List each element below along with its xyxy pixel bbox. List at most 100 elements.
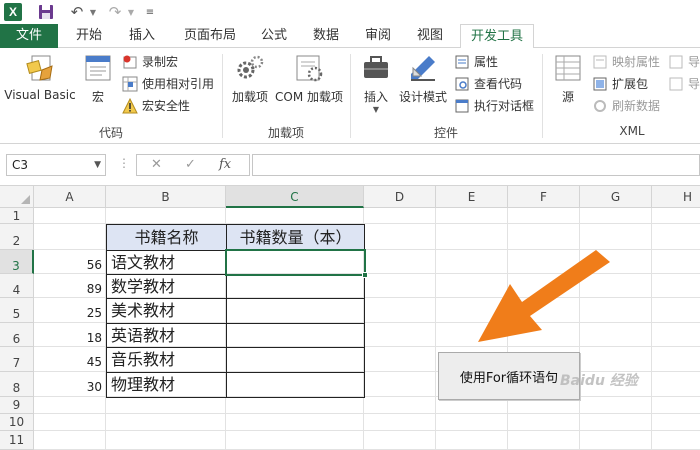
com-addins-button[interactable]: COM 加载项 [272,52,346,105]
grid-cell[interactable] [34,414,106,431]
table-header-book-count[interactable]: 书籍数量（本） [226,224,365,251]
cell-a6[interactable]: 18 [34,323,106,347]
tab-view[interactable]: 视图 [408,24,452,48]
undo-dropdown-icon[interactable]: ▼ [88,3,98,21]
grid-cell[interactable] [652,224,700,250]
cell-b5[interactable]: 美术教材 [106,298,227,324]
expansion-packs-button[interactable]: 扩展包 [592,74,648,94]
cell-c8[interactable] [226,372,365,398]
record-macro-button[interactable]: 录制宏 [122,52,178,72]
grid-cell[interactable] [106,397,226,414]
column-header-e[interactable]: E [436,186,508,208]
grid-cell[interactable] [364,347,436,372]
grid-cell[interactable] [34,431,106,450]
grid-cell[interactable] [652,397,700,414]
cell-b4[interactable]: 数学教材 [106,274,227,299]
row-header-6[interactable]: 6 [0,323,34,347]
insert-function-icon[interactable]: fx [219,157,231,172]
grid-cell[interactable] [652,298,700,323]
row-header-8[interactable]: 8 [0,372,34,397]
macro-security-button[interactable]: 宏安全性 [122,96,190,116]
select-all-button[interactable] [0,186,34,208]
grid-cell[interactable] [652,431,700,450]
table-header-book-name[interactable]: 书籍名称 [106,224,227,251]
column-header-c[interactable]: C [226,186,364,208]
grid-cell[interactable] [652,274,700,298]
tab-home[interactable]: 开始 [64,24,114,48]
grid-cell[interactable] [652,208,700,224]
row-header-11[interactable]: 11 [0,431,34,450]
grid-cell[interactable] [436,414,508,431]
grid-cell[interactable] [508,208,580,224]
grid-cell[interactable] [106,208,226,224]
tab-insert[interactable]: 插入 [120,24,164,48]
row-header-7[interactable]: 7 [0,347,34,372]
refresh-data-button[interactable]: 刷新数据 [592,96,660,116]
column-header-b[interactable]: B [106,186,226,208]
grid-cell[interactable] [226,431,364,450]
name-box[interactable]: C3 ▼ [6,154,106,176]
grid-cell[interactable] [106,431,226,450]
properties-button[interactable]: 属性 [454,52,498,72]
insert-control-button[interactable]: 插入 ▼ [356,52,396,114]
grid-cell[interactable] [508,431,580,450]
cell-a3[interactable]: 56 [34,250,106,274]
cell-a5[interactable]: 25 [34,298,106,323]
redo-dropdown-icon[interactable]: ▼ [126,3,136,21]
for-loop-macro-button[interactable]: 使用For循环语句 [438,352,580,400]
grid-cell[interactable] [364,414,436,431]
cell-b7[interactable]: 音乐教材 [106,347,227,373]
row-header-9[interactable]: 9 [0,397,34,414]
grid-cell[interactable] [652,414,700,431]
cancel-icon[interactable]: ✕ [151,157,162,172]
design-mode-button[interactable]: 设计模式 [396,52,450,105]
column-header-a[interactable]: A [34,186,106,208]
grid-cell[interactable] [364,274,436,298]
grid-cell[interactable] [34,224,106,250]
tab-data[interactable]: 数据 [304,24,348,48]
grid-cell[interactable] [580,414,652,431]
visual-basic-button[interactable]: Visual Basic [4,52,76,102]
grid-cell[interactable] [652,347,700,372]
grid-cell[interactable] [34,208,106,224]
undo-icon[interactable]: ↶ [68,3,86,21]
enter-icon[interactable]: ✓ [185,157,196,172]
grid-cell[interactable] [226,414,364,431]
tab-review[interactable]: 审阅 [356,24,400,48]
redo-icon[interactable]: ↷ [106,3,124,21]
addins-button[interactable]: 加载项 [228,52,272,105]
cell-b6[interactable]: 英语教材 [106,323,227,348]
cell-c4[interactable] [226,274,365,299]
grid-cell[interactable] [226,397,364,414]
grid-cell[interactable] [580,431,652,450]
grid-cell[interactable] [652,323,700,347]
grid-cell[interactable] [364,298,436,323]
grid-cell[interactable] [580,208,652,224]
macros-button[interactable]: 宏 [80,52,116,105]
grid-cell[interactable] [364,431,436,450]
grid-cell[interactable] [436,431,508,450]
grid-cell[interactable] [226,208,364,224]
cell-c6[interactable] [226,323,365,348]
column-header-g[interactable]: G [580,186,652,208]
cell-b8[interactable]: 物理教材 [106,372,227,398]
row-header-3[interactable]: 3 [0,250,34,274]
view-code-button[interactable]: 查看代码 [454,74,522,94]
export-button[interactable]: 导 [668,74,700,94]
grid-cell[interactable] [364,323,436,347]
tab-file[interactable]: 文件 [0,24,58,48]
grid-cell[interactable] [580,397,652,414]
cell-a7[interactable]: 45 [34,347,106,372]
grid-cell[interactable] [106,414,226,431]
cell-c3[interactable] [226,250,365,275]
run-dialog-button[interactable]: 执行对话框 [454,96,534,116]
row-header-10[interactable]: 10 [0,414,34,431]
tab-formulas[interactable]: 公式 [252,24,296,48]
cell-c5[interactable] [226,298,365,324]
column-header-h[interactable]: H [652,186,700,208]
relative-reference-button[interactable]: 使用相对引用 [122,74,214,94]
grid-cell[interactable] [364,224,436,250]
grid-cell[interactable] [364,372,436,397]
column-header-d[interactable]: D [364,186,436,208]
cell-b3[interactable]: 语文教材 [106,250,227,275]
